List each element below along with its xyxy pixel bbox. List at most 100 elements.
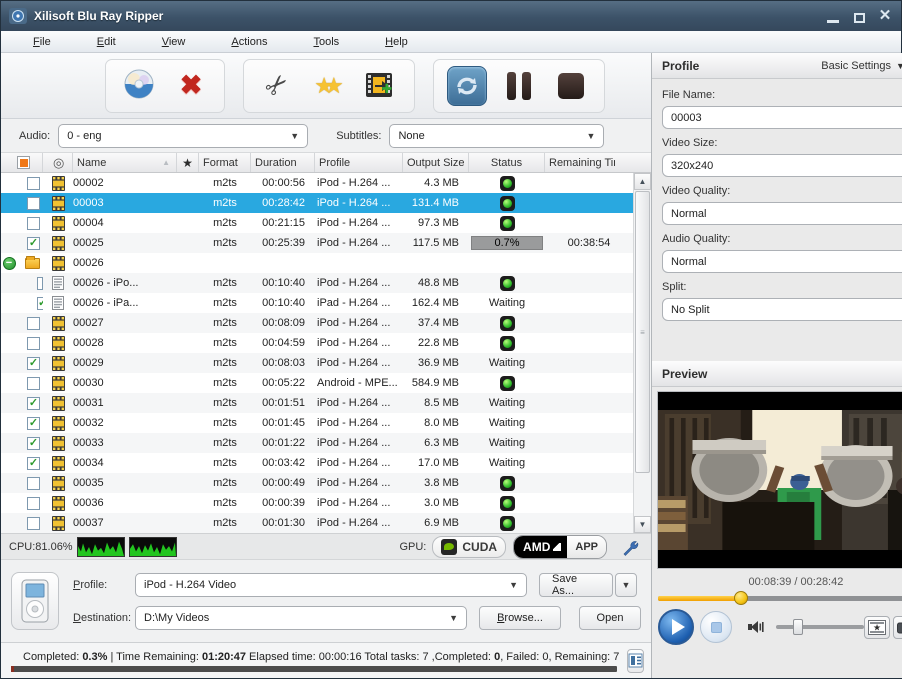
row-checkbox[interactable] [27, 177, 40, 190]
track-remaining-time [545, 173, 633, 193]
merge-button[interactable] [360, 65, 402, 107]
scrollbar-thumb[interactable]: ≡ [635, 191, 650, 473]
audio-select[interactable]: 0 - eng ▼ [58, 124, 308, 148]
profile-select[interactable]: iPod - H.264 Video ▼ [135, 573, 527, 597]
table-row[interactable]: ✓00031m2ts00:01:51iPod - H.264 ...8.5 MB… [1, 393, 633, 413]
row-checkbox[interactable]: ✓ [27, 397, 40, 410]
save-as-menu-button[interactable]: ▼ [615, 573, 637, 597]
disc-column-header[interactable]: ◎ [43, 153, 73, 172]
status-column-header[interactable]: Status [469, 153, 545, 172]
cuda-toggle-button[interactable]: CUDA [432, 536, 506, 558]
row-checkbox[interactable] [27, 317, 40, 330]
table-row[interactable]: ✓00029m2ts00:08:03iPod - H.264 ...36.9 M… [1, 353, 633, 373]
table-row[interactable]: 00026 - iPo...m2ts00:10:40iPod - H.264 .… [1, 273, 633, 293]
row-checkbox[interactable] [27, 477, 40, 490]
subtitles-select[interactable]: None ▼ [389, 124, 604, 148]
row-checkbox[interactable] [27, 217, 40, 230]
row-checkbox[interactable]: ✓ [27, 357, 40, 370]
table-row[interactable]: ✓00033m2ts00:01:22iPod - H.264 ...6.3 MB… [1, 433, 633, 453]
menu-tools[interactable]: Tools [303, 34, 349, 50]
table-row[interactable]: ✓00026 - iPa...m2ts00:10:40iPad - H.264 … [1, 293, 633, 313]
profile-column-header[interactable]: Profile [315, 153, 403, 172]
table-row[interactable]: 00030m2ts00:05:22Android - MPE...584.9 M… [1, 373, 633, 393]
remaining-time-column-header[interactable]: Remaining Time [545, 153, 615, 172]
output-size-column-header[interactable]: Output Size [403, 153, 469, 172]
menu-actions[interactable]: Actions [221, 34, 277, 50]
amd-app-toggle-button[interactable]: AMD APP [513, 535, 607, 559]
table-row[interactable]: 00035m2ts00:00:49iPod - H.264 ...3.8 MB [1, 473, 633, 493]
table-row[interactable]: 00028m2ts00:04:59iPod - H.264 ...22.8 MB [1, 333, 633, 353]
table-row[interactable]: 00003m2ts00:28:42iPod - H.264 ...131.4 M… [1, 193, 633, 213]
table-row[interactable]: 00027m2ts00:08:09iPod - H.264 ...37.4 MB [1, 313, 633, 333]
gpu-settings-button[interactable] [617, 536, 643, 558]
menu-help[interactable]: Help [375, 34, 418, 50]
maximize-button[interactable] [851, 9, 867, 23]
table-row[interactable]: 00004m2ts00:21:15iPod - H.264 ...97.3 MB [1, 213, 633, 233]
destination-select[interactable]: D:\My Videos ▼ [135, 606, 467, 630]
collapse-node-icon[interactable]: − [3, 257, 16, 270]
star-column-header[interactable]: ★ [177, 153, 199, 172]
volume-thumb[interactable] [793, 619, 803, 635]
row-checkbox[interactable] [27, 497, 40, 510]
split-select[interactable]: No Split▼ [662, 298, 902, 321]
vertical-scrollbar[interactable]: ▲ ≡ ▼ [633, 173, 651, 533]
browse-button[interactable]: Browse... [479, 606, 561, 630]
load-bluray-button[interactable] [118, 65, 160, 107]
save-as-button[interactable]: Save As... [539, 573, 613, 597]
table-row[interactable]: ✓00034m2ts00:03:42iPod - H.264 ...17.0 M… [1, 453, 633, 473]
volume-slider[interactable] [776, 625, 864, 629]
volume-icon[interactable] [748, 619, 766, 635]
table-row[interactable]: −00026 [1, 253, 633, 273]
track-name: 00025 [73, 233, 177, 253]
row-checkbox[interactable]: ✓ [27, 437, 40, 450]
settings-mode-select[interactable]: Basic Settings ▼ [821, 60, 902, 72]
pause-button[interactable] [498, 65, 540, 107]
table-row[interactable]: 00036m2ts00:00:39iPod - H.264 ...3.0 MB [1, 493, 633, 513]
file-name-input[interactable]: 00003 [662, 106, 902, 129]
video-size-select[interactable]: 320x240▼ [662, 154, 902, 177]
seek-bar[interactable] [658, 596, 902, 601]
snapshot-button[interactable] [893, 616, 902, 639]
task-list-button[interactable] [627, 649, 644, 673]
clip-button[interactable]: ✂ [256, 65, 298, 107]
row-checkbox[interactable] [27, 337, 40, 350]
device-profile-button[interactable] [11, 572, 59, 630]
table-row[interactable]: 00002m2ts00:00:56iPod - H.264 ...4.3 MB [1, 173, 633, 193]
minimize-button[interactable] [825, 9, 841, 23]
row-checkbox[interactable]: ✓ [27, 457, 40, 470]
row-checkbox[interactable] [27, 517, 40, 530]
play-button[interactable] [658, 609, 694, 645]
menu-edit[interactable]: Edit [87, 34, 126, 50]
menu-file[interactable]: File [23, 34, 61, 50]
track-name: 00037 [73, 513, 177, 533]
video-quality-select[interactable]: Normal▼ [662, 202, 902, 225]
chevron-down-icon: ▼ [449, 613, 458, 623]
name-column-header[interactable]: Name▲ [73, 153, 177, 172]
file-name-label: File Name: [662, 89, 902, 101]
row-checkbox[interactable]: ✓ [27, 417, 40, 430]
effects-button[interactable]: ★★ [308, 65, 350, 107]
table-row[interactable]: 00037m2ts00:01:30iPod - H.264 ...6.9 MB [1, 513, 633, 533]
select-all-header[interactable] [1, 153, 43, 172]
scrollbar-track[interactable] [634, 474, 651, 516]
delete-button[interactable]: ✖ [170, 65, 212, 107]
menu-view[interactable]: View [152, 34, 196, 50]
format-column-header[interactable]: Format [199, 153, 251, 172]
table-row[interactable]: ✓00032m2ts00:01:45iPod - H.264 ...8.0 MB… [1, 413, 633, 433]
close-button[interactable]: ✕ [877, 9, 893, 23]
select-all-checkbox[interactable] [17, 156, 30, 169]
snapshot-to-effects-button[interactable]: ★ [864, 616, 890, 639]
table-row[interactable]: ✓00025m2ts00:25:39iPod - H.264 ...117.5 … [1, 233, 633, 253]
convert-button[interactable] [446, 65, 488, 107]
row-checkbox[interactable] [27, 377, 40, 390]
scroll-up-button[interactable]: ▲ [634, 173, 651, 190]
stop-button[interactable] [550, 65, 592, 107]
open-button[interactable]: Open [579, 606, 641, 630]
duration-column-header[interactable]: Duration [251, 153, 315, 172]
seek-thumb[interactable] [734, 591, 748, 605]
audio-quality-select[interactable]: Normal▼ [662, 250, 902, 273]
scroll-down-button[interactable]: ▼ [634, 516, 651, 533]
stop-preview-button[interactable] [700, 611, 732, 643]
row-checkbox[interactable] [27, 197, 40, 210]
row-checkbox[interactable]: ✓ [27, 237, 40, 250]
